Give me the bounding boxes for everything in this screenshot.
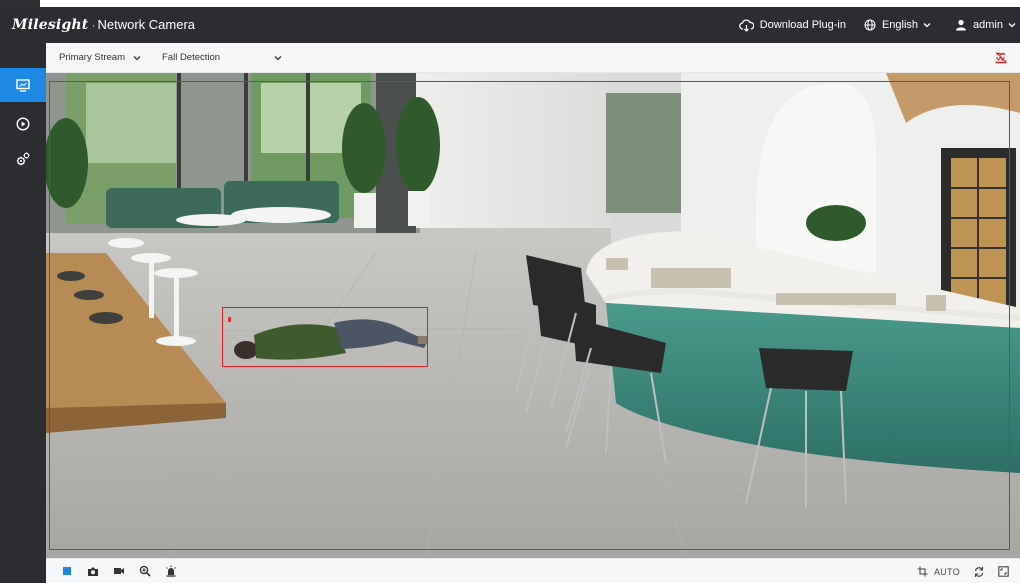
download-plugin-link[interactable]: Download Plug-in — [738, 18, 846, 32]
top-header: Milesight · Network Camera Download Plug… — [0, 7, 1020, 43]
video-control-bar: AUTO — [46, 558, 1020, 583]
brand-logo: Milesight — [12, 17, 89, 33]
rotate-button[interactable] — [970, 563, 988, 581]
user-menu[interactable]: admin — [955, 19, 1020, 31]
stream-select-value: Primary Stream — [59, 52, 125, 63]
browser-tab-stub — [0, 0, 40, 7]
gear-icon — [16, 152, 30, 166]
alarm-icon — [166, 565, 176, 577]
chevron-down-icon — [133, 55, 141, 60]
detection-marker — [228, 317, 231, 322]
download-plugin-label: Download Plug-in — [759, 19, 846, 31]
chevron-down-icon — [274, 55, 282, 60]
fall-detection-box — [222, 307, 428, 367]
user-icon — [956, 19, 967, 31]
app-window: Milesight · Network Camera Download Plug… — [0, 0, 1020, 583]
snapshot-icon — [88, 567, 98, 576]
zoom-icon — [139, 565, 151, 577]
refresh-icon — [974, 566, 984, 577]
hide-overlay-icon[interactable] — [994, 51, 1008, 64]
product-name: Network Camera — [97, 17, 196, 32]
user-label: admin — [973, 19, 1003, 31]
aspect-ratio-label[interactable]: AUTO — [934, 567, 960, 577]
display-controls: AUTO — [917, 559, 1012, 583]
stop-button[interactable] — [58, 562, 76, 580]
language-select[interactable]: English — [864, 19, 937, 31]
record-icon — [114, 568, 124, 574]
chevron-down-icon — [1008, 23, 1016, 28]
alarm-button[interactable] — [162, 562, 180, 580]
detection-region — [49, 81, 1010, 550]
brand: Milesight · Network Camera — [12, 17, 195, 33]
nav-settings[interactable] — [0, 142, 46, 176]
stop-icon — [63, 567, 71, 575]
snapshot-button[interactable] — [84, 562, 102, 580]
brand-separator: · — [91, 18, 96, 32]
nav-playback[interactable] — [0, 107, 46, 141]
zoom-button[interactable] — [136, 562, 154, 580]
live-view-icon — [16, 78, 30, 92]
record-button[interactable] — [110, 562, 128, 580]
fullscreen-icon — [997, 566, 1009, 577]
nav-live-view[interactable] — [0, 68, 46, 102]
stream-select[interactable]: Primary Stream — [59, 52, 154, 63]
detection-mode-value: Fall Detection — [162, 52, 221, 63]
browser-top-strip — [0, 0, 1020, 7]
live-video[interactable] — [46, 73, 1020, 558]
side-nav — [0, 43, 46, 583]
playback-icon — [16, 117, 30, 131]
video-tools — [58, 562, 188, 580]
detection-mode-select[interactable]: Fall Detection — [162, 52, 282, 63]
stream-toolbar: Primary Stream Fall Detection — [46, 43, 1020, 73]
download-plugin-icon — [738, 18, 754, 32]
crop-icon[interactable] — [917, 566, 928, 577]
globe-icon — [864, 19, 876, 31]
language-label: English — [881, 19, 919, 31]
fullscreen-button[interactable] — [994, 563, 1012, 581]
chevron-down-icon — [923, 23, 931, 28]
header-actions: Download Plug-in English admin — [721, 7, 1020, 43]
